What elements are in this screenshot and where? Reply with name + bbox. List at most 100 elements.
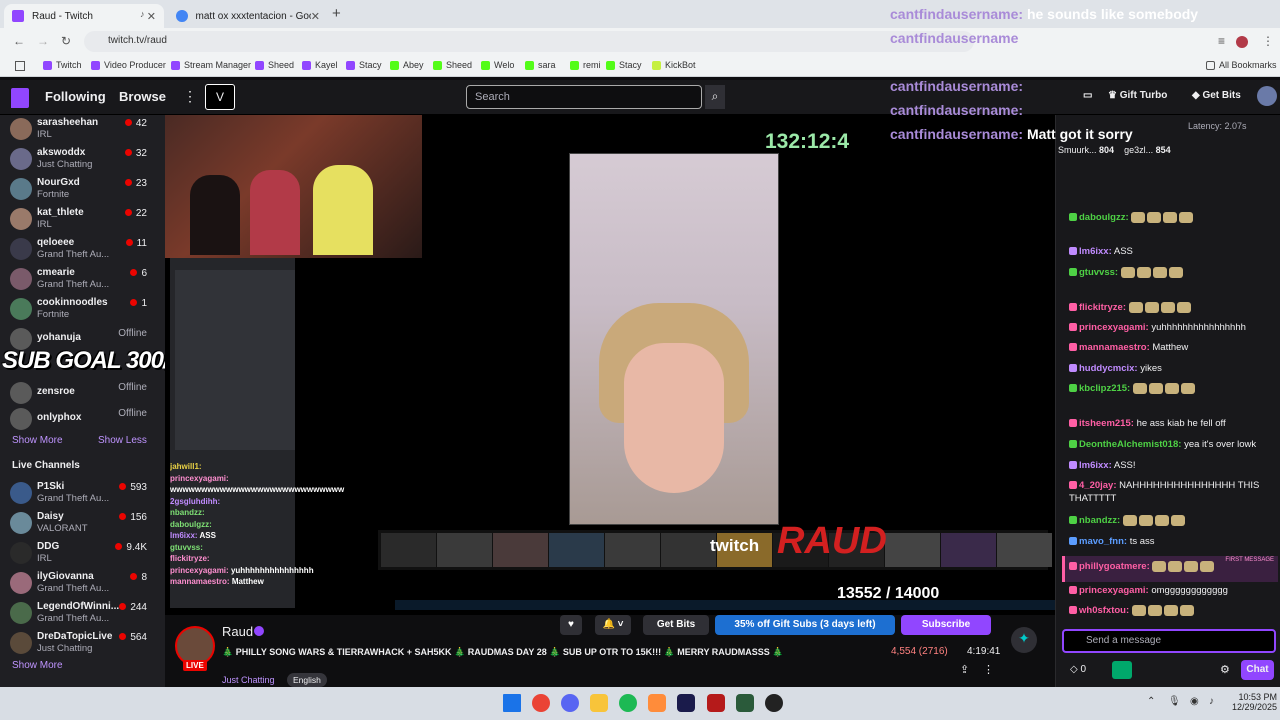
- chat-username[interactable]: princexyagami:: [1079, 585, 1149, 596]
- extension-panel-icon[interactable]: ✦: [1011, 627, 1037, 653]
- gift-turbo-button[interactable]: ♛ Gift Turbo: [1108, 90, 1167, 101]
- sidebar-channel[interactable]: qeloeee Grand Theft Au... 11: [10, 235, 150, 263]
- speaker-icon[interactable]: ♪: [140, 9, 145, 19]
- chat-username[interactable]: flickitryze:: [1079, 302, 1126, 313]
- chat-username[interactable]: huddycmcix:: [1079, 363, 1138, 374]
- mic-icon[interactable]: 🎙: [1168, 696, 1181, 707]
- browser-tab[interactable]: matt ox xxxtentacion - Google ✕: [168, 4, 328, 28]
- close-tab-icon[interactable]: ✕: [311, 10, 320, 23]
- chat-username[interactable]: gtuvvss:: [1079, 267, 1118, 278]
- sidebar-channel[interactable]: zensroe Offline: [10, 379, 150, 407]
- extension-icon[interactable]: V: [205, 84, 235, 110]
- user-avatar[interactable]: [1257, 86, 1277, 106]
- gift-subs-button[interactable]: 35% off Gift Subs (3 days left): [715, 615, 895, 635]
- more-options-icon[interactable]: ⋮: [983, 663, 994, 676]
- language-tag[interactable]: English: [287, 673, 327, 687]
- share-icon[interactable]: ⇪: [960, 663, 969, 676]
- bookmark-item[interactable]: Sheed: [433, 60, 472, 70]
- notifications-bell-icon[interactable]: 🔔 ˅: [595, 615, 631, 635]
- folder-icon[interactable]: [590, 694, 608, 712]
- new-tab-button[interactable]: +: [332, 5, 341, 22]
- show-more-live-link[interactable]: Show More: [12, 660, 63, 671]
- bookmark-item[interactable]: Stream Manager: [171, 60, 251, 70]
- start-icon[interactable]: [503, 694, 521, 712]
- more-icon[interactable]: ⋮: [183, 88, 197, 105]
- live-channel[interactable]: ilyGiovanna Grand Theft Au... 8: [10, 569, 150, 597]
- video-player[interactable]: 132:12:4 twitch RAUD 13552 / 14000 jahwi…: [165, 115, 1055, 615]
- chat-username[interactable]: mannamaestro:: [1079, 342, 1150, 353]
- chat-username[interactable]: DeontheAlchemist018:: [1079, 439, 1181, 450]
- channel-points[interactable]: ◇ 0: [1070, 664, 1086, 675]
- nav-following[interactable]: Following: [45, 89, 106, 104]
- chat-input[interactable]: Send a message: [1062, 629, 1276, 653]
- sidebar-channel[interactable]: cookinnoodles Fortnite 1: [10, 295, 150, 323]
- bookmark-item[interactable]: Twitch: [43, 60, 82, 70]
- chat-username[interactable]: 4_20jay:: [1079, 480, 1117, 491]
- chat-username[interactable]: wh0sfxtou:: [1079, 605, 1129, 616]
- live-channel[interactable]: LegendOfWinni... Grand Theft Au... 244: [10, 599, 150, 627]
- follow-heart-icon[interactable]: ♥: [560, 615, 582, 635]
- live-channel[interactable]: DreDaTopicLive Just Chatting 564: [10, 629, 150, 657]
- settings-icon[interactable]: ⚙: [1220, 663, 1230, 676]
- obs-icon[interactable]: [765, 694, 783, 712]
- chat-username[interactable]: lm6ixx:: [1079, 460, 1112, 471]
- apps-icon[interactable]: [15, 61, 25, 71]
- extensions-icon[interactable]: ≡: [1218, 34, 1225, 48]
- bookmark-item[interactable]: KickBot: [652, 60, 696, 70]
- sidebar-channel[interactable]: cmearie Grand Theft Au... 6: [10, 265, 150, 293]
- menu-icon[interactable]: ⋮: [1262, 34, 1274, 48]
- app-icon[interactable]: [707, 694, 725, 712]
- volume-icon[interactable]: ♪: [1209, 696, 1214, 707]
- browser-tab-active[interactable]: Raud - Twitch ♪ ✕: [4, 4, 164, 28]
- bookmark-item[interactable]: Abey: [390, 60, 424, 70]
- whispers-icon[interactable]: ▭: [1083, 90, 1092, 101]
- live-channel[interactable]: Daisy VALORANT 156: [10, 509, 150, 537]
- bookmark-item[interactable]: remi: [570, 60, 601, 70]
- streamer-name[interactable]: Raud: [222, 624, 253, 639]
- sidebar-channel[interactable]: kat_thlete IRL 22: [10, 205, 150, 233]
- show-less-link[interactable]: Show Less: [98, 435, 147, 446]
- bookmark-item[interactable]: Kayel: [302, 60, 338, 70]
- show-more-link[interactable]: Show More: [12, 435, 63, 446]
- forward-icon[interactable]: →: [37, 34, 49, 48]
- url-bar[interactable]: twitch.tv/raud: [84, 31, 974, 52]
- sidebar-channel[interactable]: NourGxd Fortnite 23: [10, 175, 150, 203]
- back-icon[interactable]: ←: [13, 34, 25, 48]
- bookmark-item[interactable]: Stacy: [606, 60, 642, 70]
- system-clock[interactable]: 10:53 PM 12/29/2025: [1232, 692, 1277, 712]
- get-bits-button[interactable]: ◆ Get Bits: [1192, 90, 1241, 101]
- bookmark-item[interactable]: Video Producer: [91, 60, 166, 70]
- subscribe-button[interactable]: Subscribe: [901, 615, 991, 635]
- predictions-icon[interactable]: [1112, 661, 1132, 679]
- tray-chevron-icon[interactable]: ⌃: [1147, 696, 1155, 707]
- bookmark-item[interactable]: Welo: [481, 60, 514, 70]
- chrome-icon[interactable]: [532, 694, 550, 712]
- live-channel[interactable]: P1Ski Grand Theft Au... 593: [10, 479, 150, 507]
- app-icon[interactable]: [736, 694, 754, 712]
- search-input[interactable]: Search: [466, 85, 702, 109]
- nav-browse[interactable]: Browse: [119, 89, 166, 104]
- profile-avatar[interactable]: [1236, 36, 1248, 48]
- wifi-icon[interactable]: ◉: [1190, 696, 1199, 707]
- chat-username[interactable]: itsheem215:: [1079, 418, 1134, 429]
- sidebar-channel[interactable]: onlyphox Offline: [10, 405, 150, 433]
- stream-category[interactable]: Just Chatting: [222, 675, 275, 685]
- get-bits-button[interactable]: Get Bits: [643, 615, 709, 635]
- live-channel[interactable]: DDG IRL 9.4K: [10, 539, 150, 567]
- bookmark-item[interactable]: sara: [525, 60, 556, 70]
- all-bookmarks[interactable]: All Bookmarks: [1206, 60, 1277, 70]
- creative-cloud-icon[interactable]: [648, 694, 666, 712]
- chat-username[interactable]: kbclipz215:: [1079, 383, 1130, 394]
- sidebar-channel[interactable]: akswoddx Just Chatting 32: [10, 145, 150, 173]
- sidebar-channel[interactable]: sarasheehan IRL 42: [10, 115, 150, 143]
- chat-send-button[interactable]: Chat: [1241, 660, 1274, 680]
- chat-username[interactable]: nbandzz:: [1079, 515, 1120, 526]
- spotify-icon[interactable]: [619, 694, 637, 712]
- premiere-icon[interactable]: [677, 694, 695, 712]
- chat-username[interactable]: phillygoatmere:: [1079, 561, 1150, 572]
- discord-icon[interactable]: [561, 694, 579, 712]
- reload-icon[interactable]: ↻: [61, 34, 71, 48]
- chat-username[interactable]: daboulgzz:: [1079, 212, 1129, 223]
- chat-username[interactable]: mavo_fnn:: [1079, 536, 1127, 547]
- search-icon[interactable]: ⌕: [705, 85, 725, 109]
